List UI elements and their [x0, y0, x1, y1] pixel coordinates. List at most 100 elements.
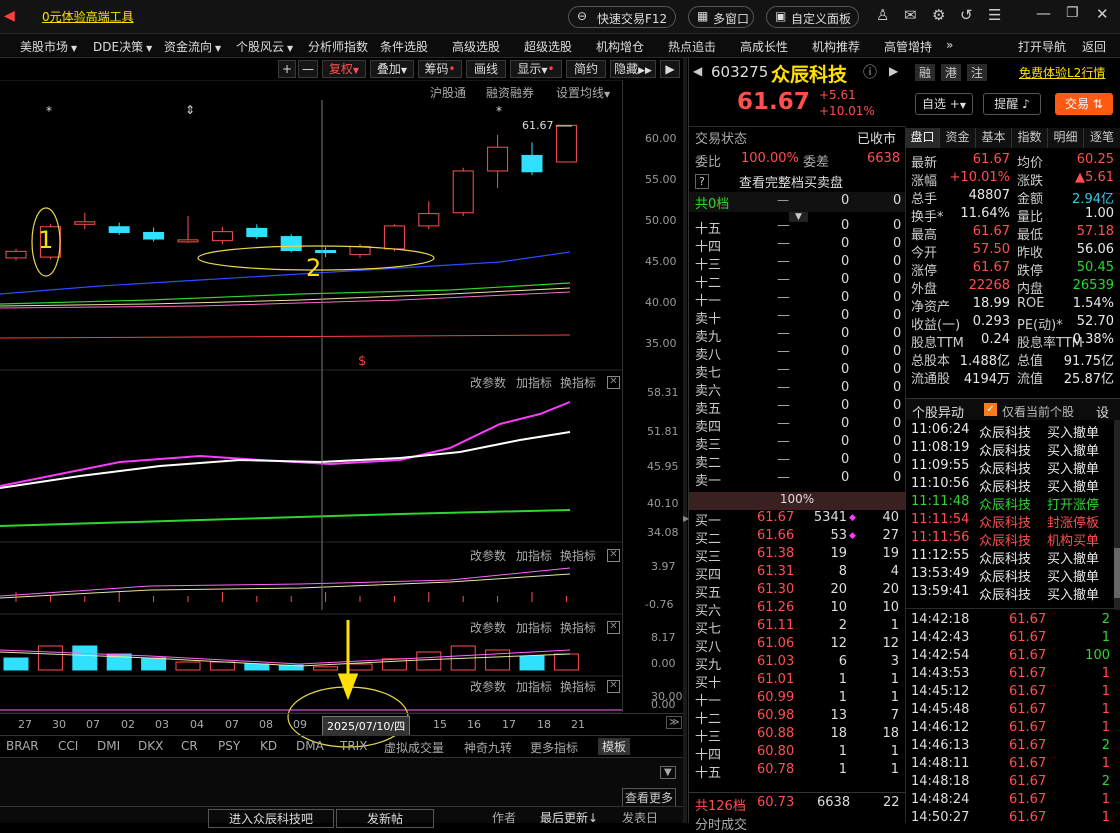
hgt-link[interactable]: 沪股通: [430, 84, 466, 101]
refresh-icon[interactable]: ↺: [960, 6, 973, 24]
tab-basic[interactable]: 基本: [976, 128, 1012, 148]
set-ma-link[interactable]: 设置均线▼: [556, 84, 610, 101]
watchlist-button[interactable]: 自选 +▼: [915, 93, 973, 115]
menu-item-12[interactable]: 高管增持: [884, 38, 932, 55]
help-icon[interactable]: ?: [695, 174, 709, 189]
tab-dma[interactable]: DMA: [296, 739, 324, 753]
params-button[interactable]: 改参数: [470, 374, 506, 391]
tab-template[interactable]: 模板: [598, 738, 631, 755]
draw-line-button[interactable]: 画线: [466, 60, 506, 78]
tab-tick[interactable]: 逐笔: [1084, 128, 1120, 148]
close-panel-icon[interactable]: ✕: [607, 621, 620, 634]
only-current-checkbox[interactable]: ✓: [984, 403, 997, 416]
simple-mode-button[interactable]: 简约: [566, 60, 606, 78]
menu-item-2[interactable]: 资金流向 ▼: [164, 38, 221, 55]
menu-item-9[interactable]: 热点追击: [668, 38, 716, 55]
fuquan-button[interactable]: 复权▼: [322, 60, 366, 78]
close-panel-icon[interactable]: ✕: [607, 680, 620, 693]
expand-icon[interactable]: ▶: [660, 60, 680, 78]
tab-psy[interactable]: PSY: [218, 739, 240, 753]
close-panel-icon[interactable]: ✕: [607, 549, 620, 562]
back-arrow-icon[interactable]: ◀: [4, 8, 15, 24]
trade-button[interactable]: 交易 ⇅: [1055, 93, 1113, 115]
add-indicator-button[interactable]: 加指标: [516, 547, 552, 564]
close-window-icon[interactable]: ✕: [1096, 5, 1109, 23]
params-button[interactable]: 改参数: [470, 547, 506, 564]
panel-splitter[interactable]: [683, 58, 687, 823]
tab-brar[interactable]: BRAR: [6, 739, 39, 753]
menu-more[interactable]: »: [946, 38, 953, 52]
close-panel-icon[interactable]: ✕: [607, 376, 620, 389]
splitter-handle-icon[interactable]: ▶: [683, 514, 689, 523]
anomaly-settings-button[interactable]: 设: [1096, 402, 1109, 421]
custom-panel-button[interactable]: ▣ 自定义面板: [766, 6, 859, 28]
quick-trade-button[interactable]: ⊖ 快速交易F12: [568, 6, 676, 28]
info-icon[interactable]: ⓘ: [863, 62, 877, 82]
zoom-out-button[interactable]: —: [298, 60, 318, 78]
menu-icon[interactable]: ☰: [988, 6, 1001, 24]
settings-icon[interactable]: ⚙: [932, 6, 945, 24]
tab-cci[interactable]: CCI: [58, 739, 78, 753]
scrollbar-thumb[interactable]: [1114, 548, 1120, 598]
right-scrollbar[interactable]: [1114, 420, 1120, 610]
switch-indicator-button[interactable]: 换指标: [560, 678, 596, 695]
see-more-button[interactable]: 查看更多: [622, 788, 677, 807]
menu-item-10[interactable]: 高成长性: [740, 38, 788, 55]
tab-index[interactable]: 指数: [1012, 128, 1048, 148]
tab-virtual-volume[interactable]: 虚拟成交量: [384, 739, 444, 756]
new-post-button[interactable]: 发新帖: [336, 809, 435, 828]
display-button[interactable]: 显示▼•: [510, 60, 562, 78]
menu-item-1[interactable]: DDE决策 ▼: [93, 38, 152, 55]
tab-trix[interactable]: TRIX: [340, 739, 367, 753]
kline-chart-area[interactable]: [0, 80, 686, 760]
back-link[interactable]: 返回: [1082, 38, 1106, 55]
minimize-icon[interactable]: —: [1036, 4, 1051, 22]
tab-fund[interactable]: 资金: [940, 128, 976, 148]
enter-forum-button[interactable]: 进入众辰科技吧: [208, 809, 335, 828]
menu-item-0[interactable]: 美股市场 ▼: [20, 38, 77, 55]
right-arrow-icon[interactable]: ▶: [889, 64, 898, 78]
tab-dkx[interactable]: DKX: [138, 739, 163, 753]
switch-indicator-button[interactable]: 换指标: [560, 547, 596, 564]
tab-kd[interactable]: KD: [260, 739, 277, 753]
full-order-book-link[interactable]: 查看完整档买卖盘: [739, 172, 843, 191]
mail-icon[interactable]: ✉: [904, 6, 917, 24]
add-indicator-button[interactable]: 加指标: [516, 374, 552, 391]
remind-button[interactable]: 提醒 ♪: [983, 93, 1041, 115]
tab-more-indicators[interactable]: 更多指标: [530, 739, 578, 756]
zoom-in-button[interactable]: +: [278, 60, 296, 78]
switch-indicator-button[interactable]: 换指标: [560, 619, 596, 636]
tab-detail[interactable]: 明细: [1048, 128, 1084, 148]
promo-link[interactable]: 0元体验高端工具: [42, 8, 134, 25]
user-icon[interactable]: ♙: [876, 6, 889, 24]
tab-cr[interactable]: CR: [181, 739, 198, 753]
tab-magic-nine[interactable]: 神奇九转: [464, 739, 512, 756]
l2-promo-link[interactable]: 免费体验L2行情: [1019, 64, 1105, 81]
hide-button[interactable]: 隐藏▶▶: [610, 60, 656, 78]
tab-dmi[interactable]: DMI: [97, 739, 120, 753]
open-nav-link[interactable]: 打开导航: [1018, 38, 1066, 55]
params-button[interactable]: 改参数: [470, 619, 506, 636]
chouma-button[interactable]: 筹码•: [418, 60, 462, 78]
overlay-button[interactable]: 叠加▼: [370, 60, 414, 78]
rzrq-link[interactable]: 融资融券: [486, 84, 534, 101]
menu-item-5[interactable]: 条件选股: [380, 38, 428, 55]
collapse-icon[interactable]: ▼: [660, 766, 676, 779]
menu-item-7[interactable]: 超级选股: [524, 38, 572, 55]
maximize-icon[interactable]: ❐: [1066, 5, 1079, 21]
menu-item-8[interactable]: 机构增仓: [596, 38, 644, 55]
menu-item-3[interactable]: 个股风云 ▼: [236, 38, 293, 55]
last-update-column[interactable]: 最后更新↓: [540, 809, 598, 826]
add-indicator-button[interactable]: 加指标: [516, 619, 552, 636]
left-arrow-icon[interactable]: ◀: [693, 64, 702, 78]
time-trade-label[interactable]: 分时成交: [695, 814, 747, 833]
menu-item-4[interactable]: 分析师指数: [308, 38, 368, 55]
multi-window-button[interactable]: ▦ 多窗口: [688, 6, 754, 28]
tab-pankou[interactable]: 盘口: [906, 128, 940, 148]
menu-item-6[interactable]: 高级选股: [452, 38, 500, 55]
params-button[interactable]: 改参数: [470, 678, 506, 695]
menu-item-11[interactable]: 机构推荐: [812, 38, 860, 55]
scroll-right-icon[interactable]: ≫: [666, 716, 683, 729]
switch-indicator-button[interactable]: 换指标: [560, 374, 596, 391]
add-indicator-button[interactable]: 加指标: [516, 678, 552, 695]
